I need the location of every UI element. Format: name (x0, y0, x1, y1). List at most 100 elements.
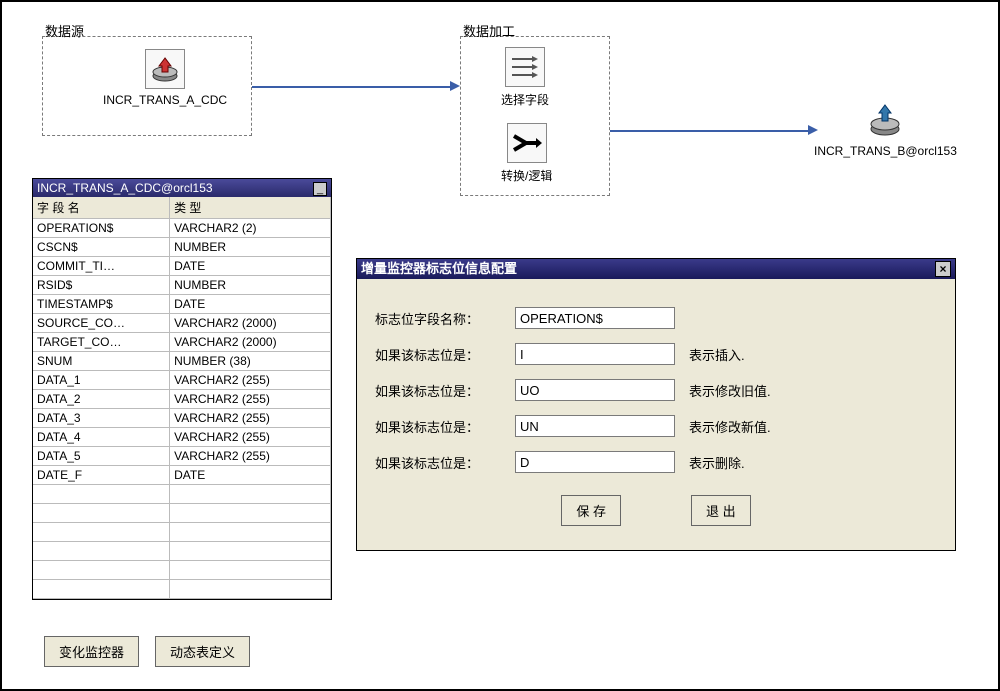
datasource-icon (145, 49, 185, 89)
input-flag-insert[interactable] (515, 343, 675, 365)
cell-field-type: VARCHAR2 (2000) (170, 333, 331, 351)
button-exit[interactable]: 退 出 (691, 495, 751, 526)
table-row[interactable]: SOURCE_CO…VARCHAR2 (2000) (33, 314, 331, 333)
cell-field-type: DATE (170, 466, 331, 484)
suffix-flag-delete: 表示删除. (689, 453, 745, 472)
button-dynamic-table[interactable]: 动态表定义 (155, 636, 250, 667)
group-source: 数据源 INCR_TRANS_A_CDC (42, 36, 252, 136)
suffix-flag-un: 表示修改新值. (689, 417, 771, 436)
node-source-label: INCR_TRANS_A_CDC (103, 93, 227, 107)
row-flag-insert: 如果该标志位是： 表示插入. (375, 343, 937, 365)
schema-window: INCR_TRANS_A_CDC@orcl153 _ 字 段 名 类 型 OPE… (32, 178, 332, 600)
dialog-footer: 保 存 退 出 (375, 495, 937, 526)
cell-field-name: DATE_F (33, 466, 170, 484)
table-row-empty (33, 580, 331, 599)
close-icon[interactable]: × (935, 261, 951, 277)
node-transform-logic-label: 转换/逻辑 (501, 167, 552, 184)
label-flag-delete: 如果该标志位是： (375, 453, 515, 472)
cell-field-name: DATA_4 (33, 428, 170, 446)
schema-titlebar[interactable]: INCR_TRANS_A_CDC@orcl153 _ (33, 179, 331, 197)
node-select-fields-label: 选择字段 (501, 91, 549, 108)
table-row[interactable]: DATA_2VARCHAR2 (255) (33, 390, 331, 409)
cell-field-type: NUMBER (170, 276, 331, 294)
col-header-type: 类 型 (170, 197, 331, 218)
cell-field-name: OPERATION$ (33, 219, 170, 237)
row-flag-update-old: 如果该标志位是： 表示修改旧值. (375, 379, 937, 401)
cell-field-name: SNUM (33, 352, 170, 370)
cell-field-name: DATA_5 (33, 447, 170, 465)
table-row[interactable]: CSCN$NUMBER (33, 238, 331, 257)
arrow-src-proc (450, 81, 460, 91)
label-flag-insert: 如果该标志位是： (375, 345, 515, 364)
select-fields-icon (505, 47, 545, 87)
schema-table-header: 字 段 名 类 型 (33, 197, 331, 219)
cell-field-type: VARCHAR2 (255) (170, 371, 331, 389)
input-flag-uo[interactable] (515, 379, 675, 401)
schema-title: INCR_TRANS_A_CDC@orcl153 (37, 179, 213, 197)
button-change-monitor[interactable]: 变化监控器 (44, 636, 139, 667)
button-save[interactable]: 保 存 (561, 495, 621, 526)
node-target[interactable]: INCR_TRANS_B@orcl153 (814, 100, 957, 158)
table-row[interactable]: SNUMNUMBER (38) (33, 352, 331, 371)
node-select-fields[interactable]: 选择字段 (501, 47, 549, 108)
cell-field-name: TIMESTAMP$ (33, 295, 170, 313)
table-row[interactable]: DATA_3VARCHAR2 (255) (33, 409, 331, 428)
label-field-name: 标志位字段名称： (375, 309, 515, 328)
cell-field-type: VARCHAR2 (2) (170, 219, 331, 237)
cell-field-name: CSCN$ (33, 238, 170, 256)
cell-field-type: VARCHAR2 (255) (170, 409, 331, 427)
input-flag-delete[interactable] (515, 451, 675, 473)
table-row[interactable]: DATA_4VARCHAR2 (255) (33, 428, 331, 447)
cell-field-name: DATA_1 (33, 371, 170, 389)
group-process-title: 数据加工 (463, 21, 515, 40)
table-row[interactable]: TIMESTAMP$DATE (33, 295, 331, 314)
table-row[interactable]: COMMIT_TI…DATE (33, 257, 331, 276)
flag-config-dialog: 增量监控器标志位信息配置 × 标志位字段名称： 如果该标志位是： 表示插入. 如… (356, 258, 956, 551)
label-flag-uo: 如果该标志位是： (375, 381, 515, 400)
dialog-titlebar[interactable]: 增量监控器标志位信息配置 × (357, 259, 955, 279)
cell-field-name: DATA_3 (33, 409, 170, 427)
table-row[interactable]: DATA_5VARCHAR2 (255) (33, 447, 331, 466)
node-transform-logic[interactable]: 转换/逻辑 (501, 123, 552, 184)
schema-window-controls: _ (311, 179, 327, 197)
table-row-empty (33, 485, 331, 504)
cell-field-type: NUMBER (170, 238, 331, 256)
input-flag-un[interactable] (515, 415, 675, 437)
table-row-empty (33, 504, 331, 523)
dialog-title: 增量监控器标志位信息配置 (361, 259, 517, 279)
bottom-button-bar: 变化监控器 动态表定义 (44, 636, 250, 667)
cell-field-name: RSID$ (33, 276, 170, 294)
minimize-icon[interactable]: _ (313, 182, 327, 196)
cell-field-name: SOURCE_CO… (33, 314, 170, 332)
table-row[interactable]: RSID$NUMBER (33, 276, 331, 295)
connector-src-proc (252, 86, 452, 88)
group-source-title: 数据源 (45, 21, 84, 40)
schema-table-body[interactable]: OPERATION$VARCHAR2 (2)CSCN$NUMBERCOMMIT_… (33, 219, 331, 599)
cell-field-type: DATE (170, 257, 331, 275)
table-row-empty (33, 523, 331, 542)
suffix-flag-insert: 表示插入. (689, 345, 745, 364)
row-flag-delete: 如果该标志位是： 表示删除. (375, 451, 937, 473)
node-target-label: INCR_TRANS_B@orcl153 (814, 144, 957, 158)
cell-field-type: VARCHAR2 (2000) (170, 314, 331, 332)
connector-proc-tgt (610, 130, 810, 132)
workflow-canvas: 数据源 INCR_TRANS_A_CDC 数据加工 (2, 2, 998, 689)
transform-icon (507, 123, 547, 163)
database-target-icon (865, 100, 905, 140)
cell-field-type: DATE (170, 295, 331, 313)
cell-field-name: TARGET_CO… (33, 333, 170, 351)
cell-field-type: VARCHAR2 (255) (170, 447, 331, 465)
row-field-name: 标志位字段名称： (375, 307, 937, 329)
col-header-name: 字 段 名 (33, 197, 170, 218)
cell-field-name: DATA_2 (33, 390, 170, 408)
table-row[interactable]: DATA_1VARCHAR2 (255) (33, 371, 331, 390)
node-source[interactable]: INCR_TRANS_A_CDC (103, 49, 227, 107)
suffix-flag-uo: 表示修改旧值. (689, 381, 771, 400)
table-row[interactable]: TARGET_CO…VARCHAR2 (2000) (33, 333, 331, 352)
table-row-empty (33, 561, 331, 580)
cell-field-type: NUMBER (38) (170, 352, 331, 370)
cell-field-type: VARCHAR2 (255) (170, 390, 331, 408)
table-row[interactable]: OPERATION$VARCHAR2 (2) (33, 219, 331, 238)
table-row[interactable]: DATE_FDATE (33, 466, 331, 485)
input-field-name[interactable] (515, 307, 675, 329)
